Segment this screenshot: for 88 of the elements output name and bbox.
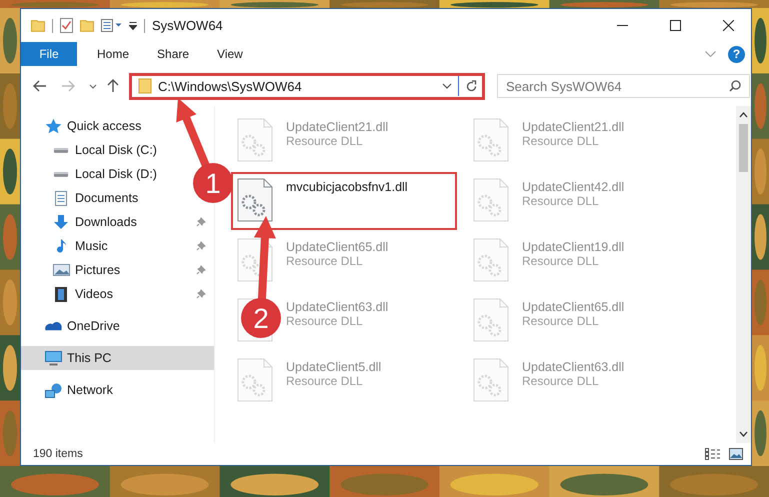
download-icon: [54, 215, 68, 229]
sidebar-label: Local Disk (C:): [75, 143, 157, 157]
file-type: Resource DLL: [522, 314, 599, 328]
sidebar-label: Pictures: [75, 263, 120, 277]
document-icon: [55, 190, 67, 206]
file-item[interactable]: mvcubicjacobsfnv1.dll: [231, 172, 457, 230]
step-badge: 1: [193, 163, 233, 203]
ribbon-tab[interactable]: View: [203, 42, 257, 66]
folder-icon: [138, 78, 152, 94]
sidebar-item[interactable]: Documents: [21, 186, 152, 210]
file-type: Resource DLL: [286, 314, 363, 328]
ribbon-tab[interactable]: File: [21, 42, 77, 66]
address-path: C:\Windows\SysWOW64: [158, 78, 303, 94]
search-field[interactable]: Search SysWOW64: [497, 74, 750, 98]
file-name: mvcubicjacobsfnv1.dll: [286, 180, 408, 194]
sidebar-item[interactable]: Videos: [21, 282, 214, 306]
pin-icon[interactable]: [196, 265, 206, 275]
music-note-icon: [56, 238, 66, 254]
file-type: Resource DLL: [522, 194, 599, 208]
item-count: 190 items: [33, 448, 83, 460]
scrollbar-thumb[interactable]: [739, 124, 748, 172]
maximize-icon: [670, 20, 680, 31]
sidebar-label: Downloads: [75, 215, 137, 229]
sidebar-item[interactable]: Quick access: [21, 114, 214, 138]
file-type: Resource DLL: [286, 134, 363, 148]
pin-icon[interactable]: [196, 289, 206, 299]
monitor-icon: [45, 350, 62, 366]
dll-file-icon: [473, 358, 509, 402]
drive-icon: [53, 170, 69, 178]
file-type: Resource DLL: [522, 254, 599, 268]
file-type: Resource DLL: [522, 374, 599, 388]
picture-icon: [52, 264, 70, 276]
sidebar-label: Music: [75, 239, 108, 253]
file-type: Resource DLL: [522, 134, 599, 148]
sidebar-label: Local Disk (D:): [75, 167, 157, 181]
sidebar-item[interactable]: Downloads: [21, 210, 214, 234]
cloud-icon: [45, 321, 62, 331]
sidebar-label: Network: [67, 383, 113, 397]
film-icon: [55, 286, 67, 302]
chevron-down-icon[interactable]: [89, 84, 97, 88]
sidebar-item[interactable]: Network: [21, 378, 214, 402]
dll-file-icon: [237, 358, 273, 402]
drive-icon: [53, 146, 69, 154]
sidebar-label: Videos: [75, 287, 113, 301]
caret-icon[interactable]: [129, 22, 137, 30]
details-view-icon[interactable]: [705, 448, 721, 460]
dll-file-icon: [473, 178, 509, 222]
pin-icon[interactable]: [196, 217, 206, 227]
file-type: Resource DLL: [286, 254, 363, 268]
chevron-down-icon[interactable]: [442, 83, 452, 89]
dll-file-icon: [473, 238, 509, 282]
checklist-icon[interactable]: [60, 18, 73, 33]
ribbon-tab[interactable]: Home: [83, 42, 144, 66]
sidebar-item[interactable]: Local Disk (C:): [21, 138, 170, 162]
scroll-down-icon[interactable]: [739, 431, 748, 437]
back-arrow-icon[interactable]: [33, 80, 47, 92]
dll-file-icon: [237, 178, 273, 222]
thumbnail-view-icon[interactable]: [729, 448, 743, 460]
sidebar-label: This PC: [67, 351, 112, 365]
properties-icon[interactable]: [101, 19, 122, 32]
minimize-icon: [616, 25, 628, 26]
sidebar-label: Quick access: [67, 119, 142, 133]
sidebar-label: OneDrive: [67, 319, 120, 333]
close-icon: [722, 20, 734, 31]
dll-file-icon: [473, 298, 509, 342]
sidebar-label: Documents: [75, 191, 138, 205]
network-icon: [45, 382, 62, 398]
address-field[interactable]: C:\Windows\SysWOW64: [129, 72, 485, 100]
scroll-up-icon[interactable]: [739, 112, 748, 118]
pin-icon[interactable]: [196, 241, 206, 251]
dll-file-icon: [473, 118, 509, 162]
file-type: Resource DLL: [286, 374, 363, 388]
sidebar-item[interactable]: Music: [21, 234, 214, 258]
step-badge: 2: [241, 298, 281, 338]
dll-file-icon: [237, 118, 273, 162]
search-placeholder: Search SysWOW64: [506, 78, 623, 94]
sidebar-item[interactable]: This PC: [21, 346, 214, 370]
sidebar-item[interactable]: OneDrive: [21, 314, 214, 338]
refresh-icon[interactable]: [465, 80, 478, 92]
window-title: SysWOW64: [152, 18, 223, 33]
help-button[interactable]: ?: [728, 46, 745, 62]
search-icon[interactable]: [729, 80, 741, 92]
up-arrow-icon[interactable]: [107, 79, 119, 93]
scrollbar[interactable]: [736, 106, 751, 443]
sidebar-item[interactable]: Pictures: [21, 258, 214, 282]
star-icon: [45, 118, 62, 134]
ribbon-tab[interactable]: Share: [143, 42, 204, 66]
sidebar-item[interactable]: Local Disk (D:): [21, 162, 170, 186]
